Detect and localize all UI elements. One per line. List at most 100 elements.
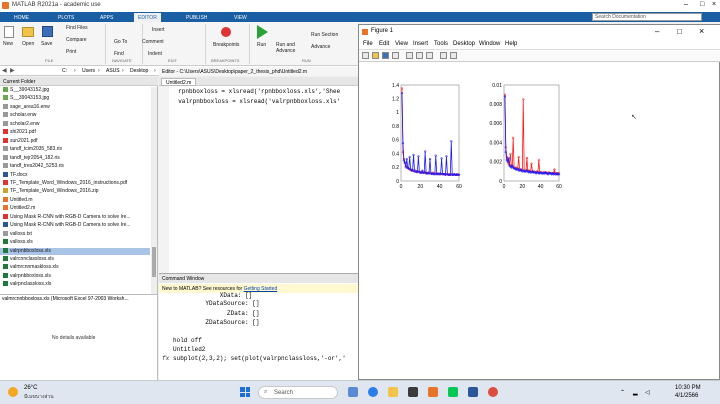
code-line[interactable]: valrpnbboxloss = xlsread('valrpnbboxloss… bbox=[171, 98, 340, 105]
menu-insert[interactable]: Insert bbox=[413, 41, 428, 47]
figure-maximize-icon[interactable]: □ bbox=[677, 27, 682, 36]
link-plot-icon[interactable] bbox=[406, 52, 413, 59]
file-list-item[interactable]: valrpnbboxloss.xls bbox=[3, 272, 51, 280]
new-figure-icon[interactable] bbox=[362, 52, 369, 59]
open-property-inspector-icon[interactable] bbox=[450, 52, 457, 59]
save-figure-icon[interactable] bbox=[382, 52, 389, 59]
run-and-advance-button[interactable]: Run and Advance bbox=[276, 42, 302, 54]
indent-button[interactable]: Indent bbox=[148, 51, 162, 57]
tab-editor[interactable]: EDITOR bbox=[134, 13, 161, 22]
find-files-button[interactable]: Find Files bbox=[66, 25, 88, 31]
doc-file-icon bbox=[3, 171, 8, 177]
file-list-item[interactable]: Using Mask R-CNN with RGB-D Camera to so… bbox=[3, 222, 131, 229]
word-app-icon[interactable] bbox=[468, 387, 478, 397]
insert-colorbar-icon[interactable] bbox=[416, 52, 423, 59]
file-list-item[interactable]: TF_Template_Word_Windows_2016_instructio… bbox=[3, 179, 127, 187]
file-list-item[interactable]: TF.docx bbox=[3, 171, 28, 179]
file-list-item[interactable]: valmrcnnmaskloss.xls bbox=[3, 264, 59, 271]
file-list-scrollbar[interactable] bbox=[151, 87, 157, 294]
path-segment[interactable]: Desktop bbox=[130, 68, 148, 74]
file-list-item[interactable]: valrpnclassloss.xls bbox=[3, 281, 51, 288]
file-list-item[interactable]: tandf_tres2042_5253.ris bbox=[3, 163, 64, 170]
save-button[interactable]: Save bbox=[41, 41, 52, 47]
file-list-item[interactable]: TF_Template_Word_Windows_2016.zip bbox=[3, 188, 99, 195]
breakpoints-button[interactable]: Breakpoints bbox=[213, 42, 239, 48]
forward-icon[interactable]: ▶ bbox=[10, 67, 15, 74]
file-list-item[interactable]: tandf_tejr2054_182.ris bbox=[3, 154, 60, 162]
file-list-item[interactable]: valloss.xls bbox=[3, 239, 33, 246]
volume-icon[interactable]: ◁ bbox=[645, 389, 650, 396]
tab-view[interactable]: VIEW bbox=[230, 13, 251, 22]
close-icon[interactable]: × bbox=[712, 1, 716, 8]
menu-desktop[interactable]: Desktop bbox=[453, 41, 475, 47]
find-button[interactable]: Find bbox=[114, 51, 124, 57]
file-list-item[interactable]: Using Mask R-CNN with RGB-D Camera to so… bbox=[3, 213, 131, 221]
menu-help[interactable]: Help bbox=[505, 41, 517, 47]
tab-home[interactable]: HOME bbox=[10, 13, 33, 22]
tab-plots[interactable]: PLOTS bbox=[54, 13, 78, 22]
insert-legend-icon[interactable] bbox=[426, 52, 433, 59]
insert-button[interactable]: Insert bbox=[152, 27, 165, 33]
file-name: valrpnbboxloss.xls bbox=[10, 247, 51, 254]
open-file-icon[interactable] bbox=[372, 52, 379, 59]
file-list-item[interactable]: valrcnnclassloss.xls bbox=[3, 256, 54, 263]
chrome-browser-icon[interactable] bbox=[488, 387, 498, 397]
taskbar-search-box[interactable]: ⌕ Search bbox=[258, 386, 338, 399]
file-list-item[interactable]: S__39043152.jpg bbox=[3, 87, 49, 94]
file-list-item[interactable]: sun2021.pdf bbox=[3, 137, 38, 145]
search-documentation-input[interactable]: Search Documentation bbox=[592, 13, 702, 21]
new-button[interactable]: New bbox=[3, 41, 13, 47]
edit-plot-icon[interactable] bbox=[440, 52, 447, 59]
windows-start-icon[interactable] bbox=[240, 387, 250, 397]
network-icon[interactable]: ▂ bbox=[633, 389, 638, 396]
editor-tab-untitled2[interactable]: Untitled2.m bbox=[161, 78, 197, 86]
file-list-item[interactable]: shi2021.pdf bbox=[3, 129, 36, 136]
menu-edit[interactable]: Edit bbox=[379, 41, 389, 47]
task-view-icon[interactable] bbox=[348, 387, 358, 397]
clock-time[interactable]: 10:30 PM bbox=[675, 385, 701, 391]
tab-publish[interactable]: PUBLISH bbox=[182, 13, 211, 22]
line-app-icon[interactable] bbox=[448, 387, 458, 397]
print-button[interactable]: Print bbox=[66, 49, 76, 55]
file-explorer-icon[interactable] bbox=[388, 387, 398, 397]
weather-temp[interactable]: 26°C bbox=[24, 385, 37, 391]
figure-minimize-icon[interactable]: – bbox=[655, 27, 659, 36]
menu-tools[interactable]: Tools bbox=[434, 41, 448, 47]
file-list-item[interactable]: sage_area16.enw bbox=[3, 103, 50, 111]
minimize-icon[interactable]: – bbox=[684, 1, 688, 8]
path-segment[interactable]: Users bbox=[82, 68, 95, 74]
tab-apps[interactable]: APPS bbox=[96, 13, 117, 22]
cmd-input-line[interactable]: subplot(2,3,2); set(plot(valrpnclassloss… bbox=[173, 355, 346, 362]
file-list-item[interactable]: Untitled2.m bbox=[3, 205, 35, 212]
file-list-item[interactable]: valrpnbboxloss.xls bbox=[0, 247, 150, 255]
file-list-item[interactable]: valloss.txt bbox=[3, 230, 32, 238]
file-list-item[interactable]: scholar.enw bbox=[3, 112, 36, 119]
tray-chevron-icon[interactable]: ⌃ bbox=[620, 389, 625, 396]
file-list-item[interactable]: tandf_tcim2035_583.ris bbox=[3, 146, 62, 153]
clock-date[interactable]: 4/1/2566 bbox=[675, 393, 698, 399]
code-line[interactable]: rpnbboxloss = xlsread('rpnbboxloss.xls',… bbox=[171, 88, 340, 95]
run-button[interactable]: Run bbox=[257, 42, 266, 48]
file-list-item[interactable]: S__39043153.jpg bbox=[3, 95, 49, 102]
file-list-item[interactable]: Untitled.m bbox=[3, 196, 33, 204]
edge-browser-icon[interactable] bbox=[368, 387, 378, 397]
txt-file-icon bbox=[3, 103, 8, 109]
path-segment[interactable]: C: bbox=[62, 68, 67, 74]
menu-view[interactable]: View bbox=[395, 41, 408, 47]
back-icon[interactable]: ◀ bbox=[2, 67, 7, 74]
matlab-taskbar-icon[interactable] bbox=[428, 387, 438, 397]
menu-window[interactable]: Window bbox=[479, 41, 500, 47]
run-section-button[interactable]: Run Section bbox=[311, 32, 338, 38]
compare-button[interactable]: Compare bbox=[66, 37, 87, 43]
go-to-button[interactable]: Go To bbox=[114, 39, 127, 45]
print-figure-icon[interactable] bbox=[392, 52, 399, 59]
advance-button[interactable]: Advance bbox=[311, 44, 330, 50]
store-icon[interactable] bbox=[408, 387, 418, 397]
file-list-item[interactable]: scholar2.enw bbox=[3, 120, 39, 128]
figure-close-icon[interactable]: × bbox=[699, 26, 704, 36]
maximize-icon[interactable]: □ bbox=[700, 1, 704, 8]
comment-button[interactable]: Comment bbox=[142, 39, 164, 45]
open-button[interactable]: Open bbox=[22, 41, 34, 47]
menu-file[interactable]: File bbox=[363, 41, 373, 47]
path-segment[interactable]: ASUS bbox=[106, 68, 120, 74]
